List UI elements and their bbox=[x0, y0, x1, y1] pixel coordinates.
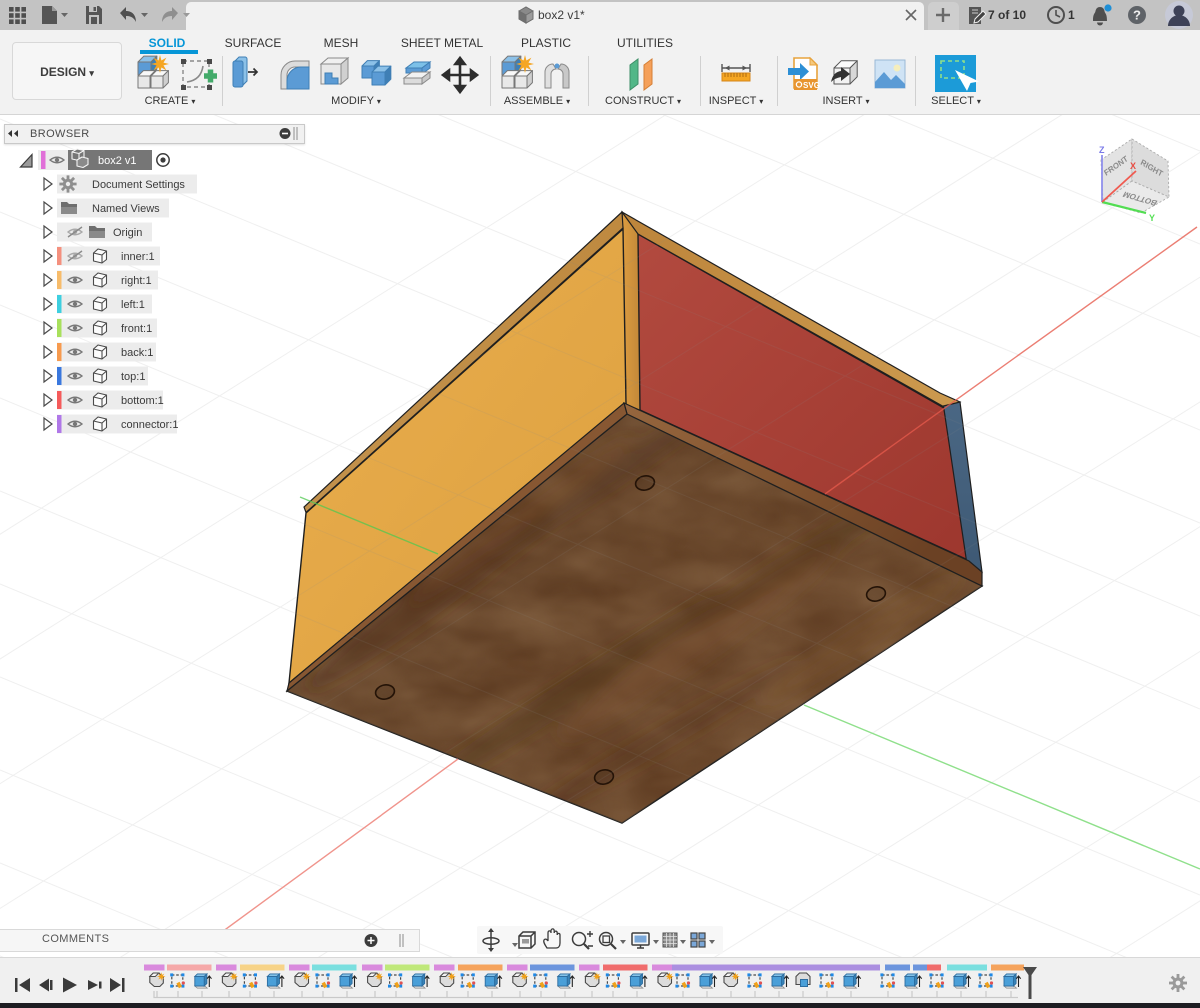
svg-text:left:1: left:1 bbox=[121, 299, 145, 311]
svg-text:front:1: front:1 bbox=[121, 323, 152, 335]
svg-text:Z: Z bbox=[1099, 145, 1105, 155]
svg-text:connector:1: connector:1 bbox=[121, 419, 178, 431]
svg-text:right:1: right:1 bbox=[121, 275, 152, 287]
svg-text:Named Views: Named Views bbox=[92, 203, 160, 215]
svg-text:top:1: top:1 bbox=[121, 371, 145, 383]
svg-text:inner:1: inner:1 bbox=[121, 251, 155, 263]
svg-text:box2 v1: box2 v1 bbox=[98, 155, 137, 167]
svg-text:Origin: Origin bbox=[113, 227, 142, 239]
svg-text:SVG: SVG bbox=[803, 81, 820, 90]
svg-text:?: ? bbox=[1133, 8, 1141, 23]
svg-text:Y: Y bbox=[1149, 213, 1155, 223]
svg-text:X: X bbox=[1130, 161, 1136, 171]
svg-text:back:1: back:1 bbox=[121, 347, 153, 359]
svg-text:bottom:1: bottom:1 bbox=[121, 395, 164, 407]
svg-text:Document Settings: Document Settings bbox=[92, 179, 185, 191]
